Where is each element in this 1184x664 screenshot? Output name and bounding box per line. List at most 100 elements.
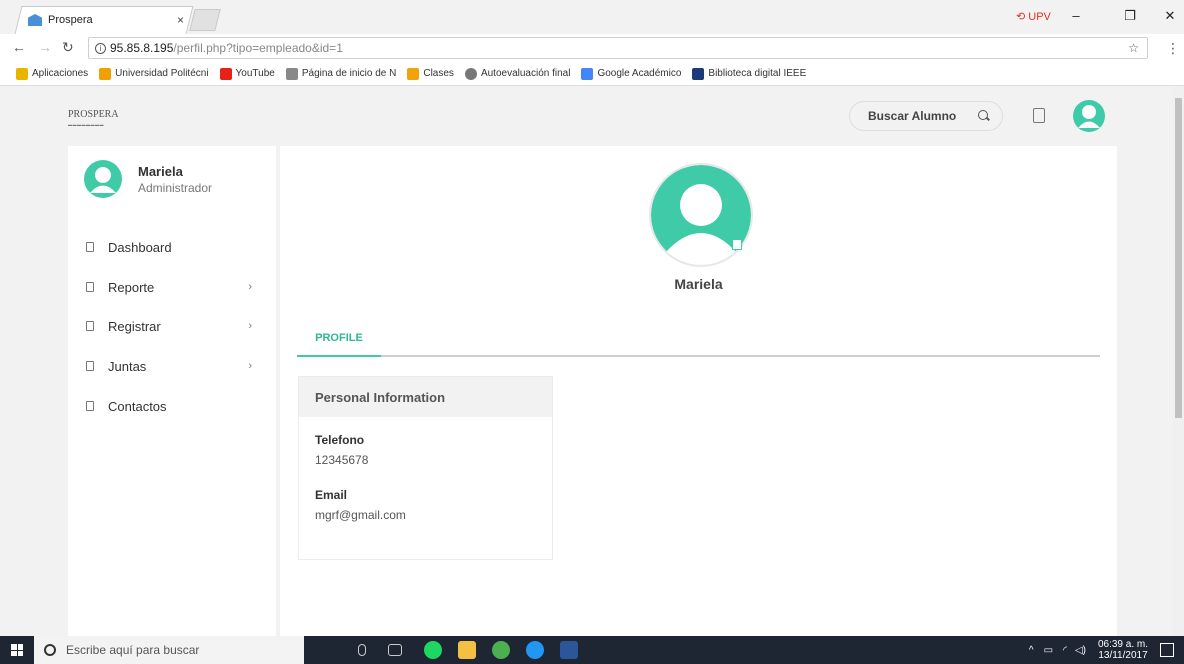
spotify-icon[interactable] bbox=[424, 641, 442, 659]
sidebar-item-registrar[interactable]: Registrar › bbox=[86, 316, 262, 336]
web-page: PROSPERA ▬▬▬▬▬▬▬▬ Buscar Alumno Mariela … bbox=[0, 86, 1184, 636]
email-value: mgrf@gmail.com bbox=[315, 508, 406, 522]
header-avatar-icon[interactable] bbox=[1073, 100, 1105, 132]
clock-date: 13/11/2017 bbox=[1098, 650, 1148, 661]
wifi-icon[interactable]: ◜ bbox=[1063, 645, 1067, 656]
sidebar: Mariela Administrador Dashboard Reporte … bbox=[68, 146, 276, 636]
bookmark-item[interactable]: Página de inicio de N bbox=[285, 67, 396, 80]
restore-icon[interactable]: ❐ bbox=[1120, 8, 1140, 24]
sidebar-item-dashboard[interactable]: Dashboard bbox=[86, 237, 262, 257]
navigation-bar: ← → ↻ i 95.85.8.195/perfil.php?tipo=empl… bbox=[0, 34, 1184, 62]
bookmark-item[interactable]: Universidad Politécni bbox=[99, 67, 209, 80]
profile-panel: Mariela PROFILE Personal Information Tel… bbox=[280, 146, 1117, 636]
cortana-icon bbox=[44, 644, 56, 656]
quiz-icon bbox=[464, 67, 477, 80]
minimize-icon[interactable]: – bbox=[1066, 8, 1086, 23]
bookmark-label: Google Académico bbox=[597, 68, 682, 79]
url-path: /perfil.php?tipo=empleado&id=1 bbox=[173, 41, 343, 55]
browser-tab-strip: Prospera × ⟲ UPV – ❐ ✕ bbox=[0, 0, 1184, 34]
prospera-logo[interactable]: PROSPERA ▬▬▬▬▬▬▬▬ bbox=[68, 110, 120, 128]
microphone-icon[interactable] bbox=[358, 644, 366, 656]
system-tray: ^ ▭ ◜ ◁) 06:39 a. m. 13/11/2017 bbox=[1029, 636, 1148, 664]
action-center-icon[interactable] bbox=[1160, 643, 1174, 657]
youtube-icon bbox=[219, 67, 232, 80]
sidebar-user-role: Administrador bbox=[138, 180, 213, 195]
close-tab-icon[interactable]: × bbox=[177, 13, 184, 27]
windows-logo-icon bbox=[11, 644, 23, 656]
scholar-icon bbox=[581, 67, 594, 80]
bookmark-item[interactable]: Aplicaciones bbox=[16, 67, 89, 80]
prospera-favicon-icon bbox=[28, 14, 42, 26]
online-status-icon bbox=[732, 239, 742, 250]
clock[interactable]: 06:39 a. m. 13/11/2017 bbox=[1098, 639, 1148, 661]
bookmark-item[interactable]: YouTube bbox=[219, 67, 275, 80]
phone-value: 12345678 bbox=[315, 453, 369, 467]
bookmark-item[interactable]: Autoevaluación final bbox=[464, 67, 570, 80]
clock-time: 06:39 a. m. bbox=[1097, 639, 1148, 650]
address-bar[interactable]: i 95.85.8.195/perfil.php?tipo=empleado&i… bbox=[88, 37, 1148, 59]
taskbar-search[interactable]: Escribe aquí para buscar bbox=[34, 636, 304, 664]
browser-menu-icon[interactable]: ⋮ bbox=[1166, 40, 1180, 57]
tab-title: Prospera bbox=[48, 14, 93, 26]
report-icon bbox=[86, 282, 94, 292]
bookmark-item[interactable]: Biblioteca digital IEEE bbox=[692, 67, 807, 80]
upv-extension-icon[interactable]: ⟲ UPV bbox=[1016, 10, 1051, 23]
sidebar-item-contactos[interactable]: Contactos bbox=[86, 396, 262, 416]
personal-information-card: Personal Information Telefono 12345678 E… bbox=[298, 376, 553, 560]
news-icon bbox=[285, 67, 298, 80]
notification-icon[interactable] bbox=[1033, 108, 1045, 123]
tab-profile[interactable]: PROFILE bbox=[297, 332, 381, 357]
chrome-alt-icon[interactable] bbox=[526, 641, 544, 659]
taskbar-search-placeholder: Escribe aquí para buscar bbox=[66, 643, 200, 657]
logo-tagline: ▬▬▬▬▬▬▬▬ bbox=[68, 122, 104, 127]
windows-taskbar: Escribe aquí para buscar ^ ▭ ◜ ◁) 06:39 … bbox=[0, 636, 1184, 664]
scrollbar-thumb[interactable] bbox=[1175, 98, 1182, 418]
contacts-icon bbox=[86, 401, 94, 411]
battery-icon[interactable]: ▭ bbox=[1044, 645, 1053, 656]
bookmark-item[interactable]: Clases bbox=[407, 67, 454, 80]
search-icon[interactable] bbox=[976, 108, 992, 124]
sidebar-item-reporte[interactable]: Reporte › bbox=[86, 277, 262, 297]
task-view-icon[interactable] bbox=[388, 644, 402, 656]
new-tab-button[interactable] bbox=[189, 9, 221, 31]
tabs-divider bbox=[297, 355, 1100, 357]
sidebar-item-label: Dashboard bbox=[108, 239, 172, 255]
start-button[interactable] bbox=[0, 636, 34, 664]
bookmark-label: Biblioteca digital IEEE bbox=[708, 68, 807, 79]
profile-avatar-icon bbox=[651, 165, 751, 265]
volume-icon[interactable]: ◁) bbox=[1075, 645, 1086, 656]
forward-arrow-icon[interactable]: → bbox=[38, 39, 52, 55]
profile-name: Mariela bbox=[674, 276, 723, 292]
logo-text: PROSPERA bbox=[68, 109, 119, 120]
chrome-icon[interactable] bbox=[492, 641, 510, 659]
file-explorer-icon[interactable] bbox=[458, 641, 476, 659]
sidebar-item-label: Reporte bbox=[108, 279, 155, 295]
bookmark-item[interactable]: Google Académico bbox=[581, 67, 682, 80]
ieee-icon bbox=[692, 67, 705, 80]
sidebar-item-label: Contactos bbox=[108, 398, 167, 414]
reload-icon[interactable]: ↻ bbox=[62, 39, 74, 56]
back-arrow-icon[interactable]: ← bbox=[12, 39, 26, 55]
chevron-right-icon: › bbox=[248, 360, 252, 372]
email-label: Email bbox=[315, 488, 348, 502]
word-icon[interactable] bbox=[560, 641, 578, 659]
dashboard-icon bbox=[86, 242, 94, 252]
bookmark-star-icon[interactable]: ☆ bbox=[1128, 41, 1139, 55]
classroom-icon bbox=[407, 67, 420, 80]
browser-tab-content[interactable]: Prospera × bbox=[28, 10, 188, 30]
url-host: 95.85.8.195 bbox=[110, 41, 174, 55]
bookmark-label: Universidad Politécni bbox=[115, 68, 209, 79]
tray-chevron-icon[interactable]: ^ bbox=[1029, 645, 1034, 656]
sidebar-item-juntas[interactable]: Juntas › bbox=[86, 356, 262, 376]
search-input[interactable]: Buscar Alumno bbox=[868, 109, 976, 123]
close-window-icon[interactable]: ✕ bbox=[1160, 8, 1180, 24]
student-search[interactable]: Buscar Alumno bbox=[849, 101, 1003, 131]
bookmark-label: YouTube bbox=[235, 68, 275, 79]
bookmark-label: Aplicaciones bbox=[32, 68, 89, 79]
sidebar-user: Mariela Administrador bbox=[84, 160, 212, 198]
university-icon bbox=[99, 67, 112, 80]
sidebar-item-label: Juntas bbox=[108, 358, 147, 374]
site-info-icon[interactable]: i bbox=[95, 42, 106, 54]
sidebar-item-label: Registrar bbox=[108, 318, 161, 334]
page-scrollbar[interactable] bbox=[1172, 86, 1184, 636]
